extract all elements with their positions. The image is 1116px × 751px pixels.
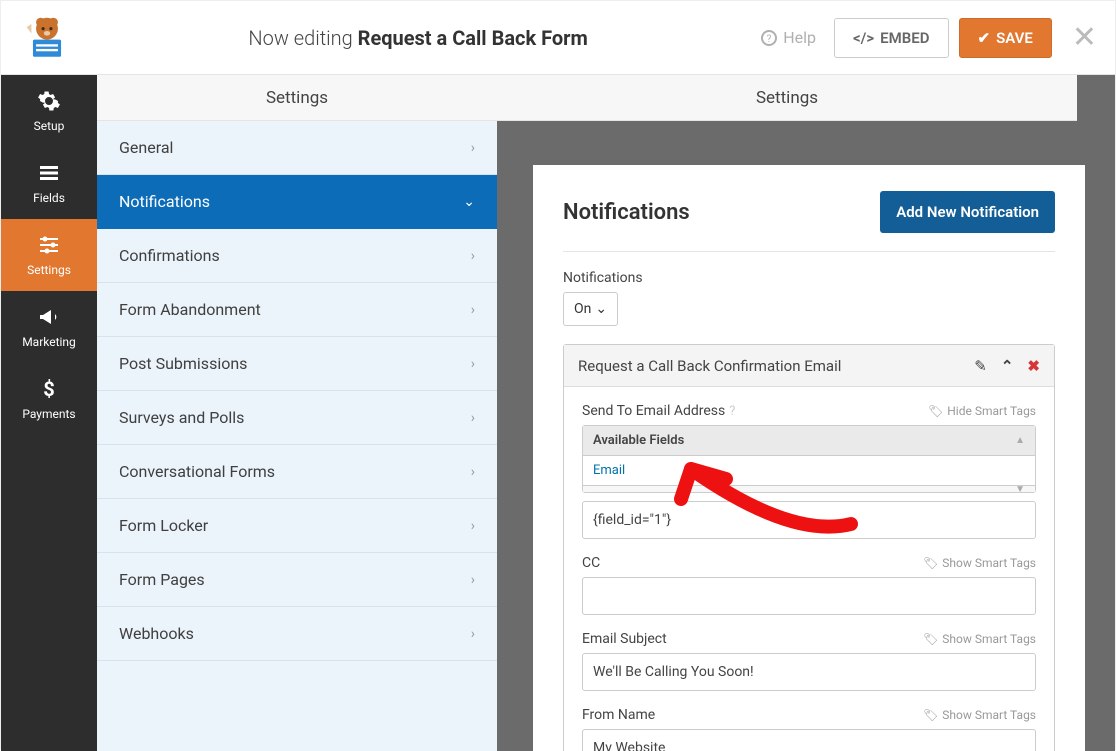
subnav-notifications[interactable]: Notifications⌄: [97, 175, 497, 229]
rail-marketing[interactable]: Marketing: [1, 291, 97, 363]
notification-item: Request a Call Back Confirmation Email ✎…: [563, 344, 1055, 751]
editing-title: Now editing Request a Call Back Form: [75, 26, 761, 50]
notifications-toggle[interactable]: On ⌄: [563, 292, 618, 326]
cc-label: CC: [582, 555, 600, 571]
chevron-right-icon: ›: [471, 140, 475, 156]
show-smart-tags-cc[interactable]: 🏷Show Smart Tags: [923, 556, 1036, 570]
form-name: Request a Call Back Form: [358, 26, 588, 50]
panel-title: Notifications: [563, 200, 690, 225]
rail-payments[interactable]: $ Payments: [1, 363, 97, 435]
close-icon[interactable]: ✕: [1072, 20, 1097, 55]
gear-icon: [37, 89, 61, 113]
collapse-icon[interactable]: ⌃: [1001, 357, 1014, 375]
show-smart-tags-from[interactable]: 🏷Show Smart Tags: [923, 708, 1036, 722]
chevron-right-icon: ›: [471, 356, 475, 372]
send-to-label: Send To Email Address?: [582, 403, 735, 419]
available-fields-label: Available Fields: [593, 433, 684, 448]
rail-settings[interactable]: Settings: [1, 219, 97, 291]
chevron-right-icon: ›: [471, 410, 475, 426]
notifications-panel: Notifications Add New Notification Notif…: [533, 165, 1085, 751]
chevron-right-icon: ›: [471, 626, 475, 642]
settings-subnav: Settings General› Notifications⌄ Confirm…: [97, 75, 497, 751]
chevron-right-icon: ›: [471, 572, 475, 588]
hide-smart-tags[interactable]: 🏷Hide Smart Tags: [928, 404, 1036, 418]
tag-icon: 🏷: [928, 404, 943, 418]
subnav-general[interactable]: General›: [97, 121, 497, 175]
subnav-conversational-forms[interactable]: Conversational Forms›: [97, 445, 497, 499]
chevron-down-icon: ⌄: [595, 301, 607, 317]
left-rail: Setup Fields Settings Marketing $ Paymen…: [1, 75, 97, 751]
dollar-icon: $: [37, 377, 61, 401]
subnav-form-pages[interactable]: Form Pages›: [97, 553, 497, 607]
embed-button[interactable]: </> EMBED: [834, 18, 948, 58]
code-icon: </>: [853, 29, 874, 47]
cc-input[interactable]: [582, 577, 1036, 615]
help-link[interactable]: ? Help: [761, 28, 816, 47]
chevron-right-icon: ›: [471, 302, 475, 318]
subnav-confirmations[interactable]: Confirmations›: [97, 229, 497, 283]
svg-text:?: ?: [767, 34, 772, 45]
chevron-right-icon: ›: [471, 464, 475, 480]
main-canvas: Notifications Add New Notification Notif…: [497, 75, 1115, 751]
help-icon[interactable]: ?: [729, 404, 735, 419]
subnav-surveys-polls[interactable]: Surveys and Polls›: [97, 391, 497, 445]
bullhorn-icon: [37, 305, 61, 329]
subnav-post-submissions[interactable]: Post Submissions›: [97, 337, 497, 391]
chevron-right-icon: ›: [471, 248, 475, 264]
from-name-input[interactable]: [582, 729, 1036, 751]
list-icon: [37, 161, 61, 185]
editing-prefix: Now editing: [248, 26, 352, 50]
add-notification-button[interactable]: Add New Notification: [880, 191, 1055, 233]
app-logo: [19, 10, 75, 66]
available-fields-box: Available Fields ▲ Email ▼: [582, 425, 1036, 493]
subnav-heading: Settings: [97, 75, 497, 121]
check-icon: ✔: [978, 29, 991, 47]
subject-input[interactable]: [582, 653, 1036, 691]
subnav-webhooks[interactable]: Webhooks›: [97, 607, 497, 661]
tag-icon: 🏷: [923, 632, 938, 646]
sliders-icon: [37, 233, 61, 257]
delete-icon[interactable]: ✖: [1027, 357, 1040, 375]
send-to-input[interactable]: [582, 501, 1036, 539]
subject-label: Email Subject: [582, 631, 667, 647]
top-bar: Now editing Request a Call Back Form ? H…: [1, 1, 1115, 75]
notification-title: Request a Call Back Confirmation Email: [578, 357, 841, 375]
from-name-label: From Name: [582, 707, 655, 723]
svg-text:$: $: [43, 377, 54, 401]
subnav-form-locker[interactable]: Form Locker›: [97, 499, 497, 553]
canvas-heading: Settings: [497, 75, 1077, 121]
tag-icon: 🏷: [923, 708, 938, 722]
rail-fields[interactable]: Fields: [1, 147, 97, 219]
edit-icon[interactable]: ✎: [974, 357, 987, 375]
subnav-form-abandonment[interactable]: Form Abandonment›: [97, 283, 497, 337]
chevron-down-icon: ⌄: [463, 194, 475, 210]
notifications-toggle-label: Notifications: [563, 270, 1055, 286]
available-field-email[interactable]: Email: [583, 456, 1035, 486]
triangle-down-icon[interactable]: ▼: [1015, 484, 1025, 495]
rail-setup[interactable]: Setup: [1, 75, 97, 147]
chevron-right-icon: ›: [471, 518, 475, 534]
triangle-up-icon[interactable]: ▲: [1015, 435, 1025, 446]
show-smart-tags-subject[interactable]: 🏷Show Smart Tags: [923, 632, 1036, 646]
tag-icon: 🏷: [923, 556, 938, 570]
save-button[interactable]: ✔ SAVE: [959, 18, 1052, 58]
